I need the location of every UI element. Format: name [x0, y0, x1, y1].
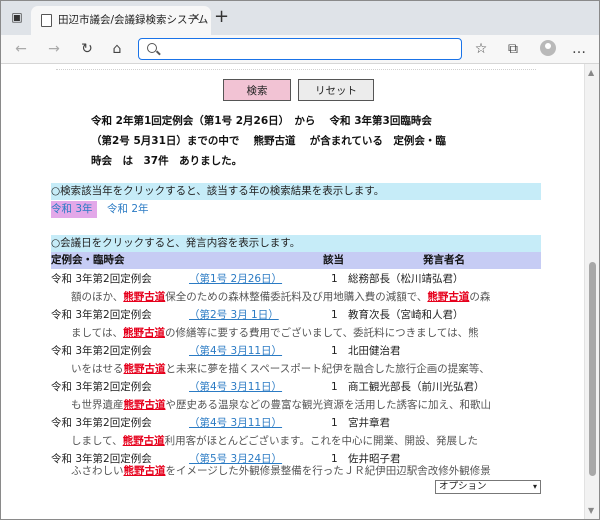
meeting-date-link[interactable]: （第1号 2月26日） — [189, 270, 282, 288]
result-excerpt: ましては、熊野古道の修繕等に要する費用でございまして、委託料につきましては、熊 — [71, 327, 479, 339]
meeting-date-link[interactable]: （第4号 3月11日） — [189, 378, 282, 396]
speaker-name: 宮井章君 — [348, 417, 390, 429]
result-excerpt: しまして、熊野古道利用客がほとんどございます。これを中心に開業、開設、発展した — [71, 435, 478, 447]
keyword-highlight: 熊野古道 — [427, 291, 470, 303]
meeting-date-link[interactable]: （第4号 3月11日） — [189, 414, 282, 432]
tab-actions-icon[interactable]: ▣ — [10, 10, 24, 24]
speaker-name: 北田健治君 — [348, 345, 401, 357]
meeting-date-link[interactable]: （第4号 3月11日） — [189, 342, 282, 360]
hit-count: 1 — [331, 273, 338, 285]
meeting-name: 令和 3年第2回定例会 — [51, 381, 152, 393]
meeting-name: 令和 3年第2回定例会 — [51, 309, 152, 321]
tab-bar: ▣ 田辺市議会/会議録検索システム ✕ + — [1, 1, 599, 35]
home-icon[interactable]: ⌂ — [108, 40, 126, 58]
keyword-highlight: 熊野古道 — [123, 363, 166, 375]
result-excerpt: ふさわしい熊野古道をイメージした外観修景整備を行ったＪＲ紀伊田辺駅舎改修外観修景 — [71, 465, 491, 477]
page-content: 検索 リセット 令和 2年第1回定例会（第1号 2月26日） から 令和 3年第… — [1, 64, 584, 519]
meeting-name: 令和 3年第2回定例会 — [51, 345, 152, 357]
scrollbar[interactable]: ▲ ▼ — [584, 64, 599, 519]
result-row: 令和 3年第2回定例会 （第4号 3月11日） 1 北田健治君 — [51, 342, 541, 360]
meeting-name: 令和 3年第2回定例会 — [51, 273, 152, 285]
summary-line: 時会 は 37件 ありました。 — [91, 155, 243, 167]
year-link-2021[interactable]: 令和 3年 — [51, 201, 97, 218]
option-select-value: オプション — [439, 481, 487, 492]
divider — [56, 69, 536, 70]
keyword-highlight: 熊野古道 — [122, 435, 165, 447]
keyword-highlight: 熊野古道 — [123, 399, 166, 411]
back-icon[interactable]: ← — [12, 40, 30, 58]
scroll-up-icon[interactable]: ▲ — [588, 68, 594, 77]
result-excerpt: も世界遺産熊野古道や歴史ある温泉などの豊富な観光資源を活用した誘客に加え、和歌山 — [71, 399, 491, 411]
menu-icon[interactable]: … — [570, 40, 588, 58]
close-icon[interactable]: ✕ — [191, 11, 200, 24]
keyword-highlight: 熊野古道 — [122, 327, 165, 339]
search-button[interactable]: 検索 — [223, 79, 291, 101]
column-speaker: 発言者名 — [423, 254, 465, 266]
option-select[interactable]: オプション ▾ — [435, 480, 541, 494]
profile-avatar[interactable] — [540, 40, 556, 56]
hit-count: 1 — [331, 345, 338, 357]
reset-button[interactable]: リセット — [298, 79, 374, 101]
column-meeting: 定例会・臨時会 — [51, 254, 125, 266]
summary-line: （第2号 5月31日）までの中で 熊野古道 が含まれている 定例会・臨 — [91, 135, 446, 147]
reload-icon[interactable]: ↻ — [78, 40, 96, 58]
browser-window: ▣ 田辺市議会/会議録検索システム ✕ + ← → ↻ ⌂ ☆ ⧉ … 検索 リ… — [0, 0, 600, 520]
forward-icon[interactable]: → — [45, 40, 63, 58]
page-icon — [41, 14, 52, 27]
tab-title: 田辺市議会/会議録検索システム — [58, 14, 209, 26]
browser-toolbar: ← → ↻ ⌂ ☆ ⧉ … — [1, 35, 599, 64]
summary-line: 令和 2年第1回定例会（第1号 2月26日） から 令和 3年第3回臨時会 — [91, 115, 432, 127]
date-help-text: ○会議日をクリックすると、発言内容を表示します。 — [51, 235, 541, 252]
favorites-star-icon[interactable]: ☆ — [472, 40, 490, 58]
collections-icon[interactable]: ⧉ — [504, 40, 522, 58]
new-tab-icon[interactable]: + — [214, 7, 229, 27]
meeting-date-link[interactable]: （第2号 3月 1日） — [189, 306, 279, 324]
browser-tab[interactable]: 田辺市議会/会議録検索システム ✕ — [31, 6, 211, 35]
result-row: 令和 3年第2回定例会 （第4号 3月11日） 1 宮井章君 — [51, 414, 541, 432]
meeting-name: 令和 3年第2回定例会 — [51, 417, 152, 429]
chevron-down-icon: ▾ — [532, 482, 537, 491]
result-row: 令和 3年第2回定例会 （第2号 3月 1日） 1 教育次長（宮崎和人君） — [51, 306, 541, 324]
speaker-name: 教育次長（宮崎和人君） — [348, 309, 464, 321]
keyword-highlight: 熊野古道 — [123, 291, 166, 303]
result-summary: 令和 2年第1回定例会（第1号 2月26日） から 令和 3年第3回臨時会 （第… — [91, 111, 501, 171]
scroll-down-icon[interactable]: ▼ — [588, 506, 594, 515]
year-link-2020[interactable]: 令和 2年 — [107, 201, 149, 218]
column-count: 該当 — [323, 254, 344, 266]
hit-count: 1 — [331, 417, 338, 429]
result-row: 令和 3年第2回定例会 （第4号 3月11日） 1 商工観光部長（前川光弘君） — [51, 378, 541, 396]
hit-count: 1 — [331, 309, 338, 321]
result-excerpt: いをはせる熊野古道と未来に夢を描くスペースポート紀伊を融合した旅行企画の提案等、 — [71, 363, 490, 375]
scroll-thumb[interactable] — [589, 262, 596, 476]
result-row: 令和 3年第2回定例会 （第1号 2月26日） 1 総務部長（松川靖弘君） — [51, 270, 541, 288]
results-header: 定例会・臨時会 該当 発言者名 — [51, 252, 541, 269]
keyword-highlight: 熊野古道 — [123, 465, 166, 477]
address-bar[interactable] — [138, 38, 462, 60]
speaker-name: 総務部長（松川靖弘君） — [348, 273, 464, 285]
hit-count: 1 — [331, 381, 338, 393]
year-help-text: ○検索該当年をクリックすると、該当する年の検索結果を表示します。 — [51, 183, 541, 200]
speaker-name: 商工観光部長（前川光弘君） — [348, 381, 485, 393]
search-icon — [147, 43, 157, 53]
result-excerpt: 額のほか、熊野古道保全のための森林整備委託料及び用地購入費の減額で、熊野古道の森 — [71, 291, 491, 303]
